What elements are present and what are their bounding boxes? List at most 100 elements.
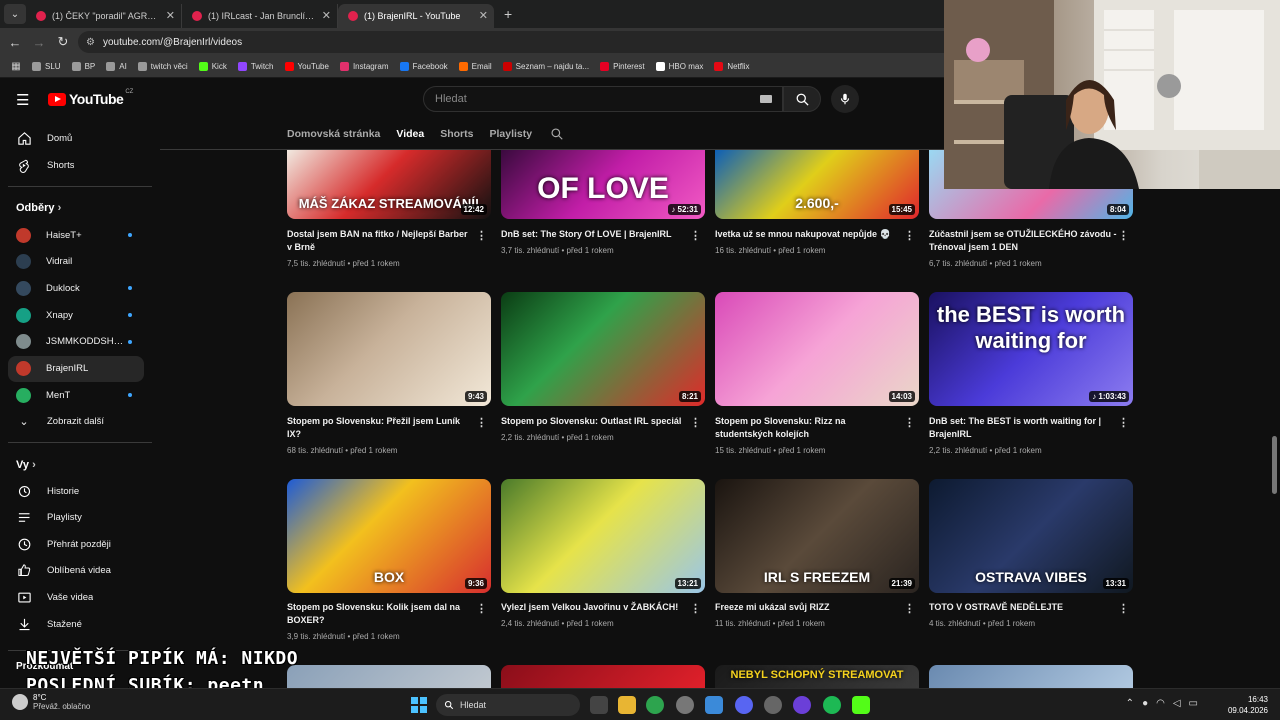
video-title[interactable]: DnB set: The Story Of LOVE | BrajenIRL xyxy=(501,228,689,241)
more-options-icon[interactable]: ⋮ xyxy=(690,229,701,242)
microphone-icon[interactable]: ● xyxy=(1142,698,1148,709)
sidebar-item-downloads[interactable]: Stažené xyxy=(8,611,144,637)
bookmark-item[interactable]: Kick xyxy=(198,62,227,71)
video-card[interactable]: 13:21 Vylezl jsem Velkou Javořinu v ŽABKÁ… xyxy=(501,479,705,628)
video-card[interactable]: 9:43 Stopem po Slovensku: Přežil jsem Lun… xyxy=(287,292,491,455)
taskbar-search[interactable]: Hledat xyxy=(436,694,580,716)
video-card[interactable]: 2.600,- 15:45 Ivetka už se mnou nakupovat … xyxy=(715,150,919,255)
video-card[interactable]: MÁŠ ZÁKAZ STREAMOVÁNÍ! 12:42 Dostal jsem B… xyxy=(287,150,491,268)
more-options-icon[interactable]: ⋮ xyxy=(1118,229,1129,242)
forward-icon[interactable]: → xyxy=(27,35,51,50)
bookmark-item[interactable]: Pinterest xyxy=(600,62,645,71)
browser-tab[interactable]: (1) IRLcast - Jan Brunclík: TRPÍM ✕ xyxy=(182,4,338,28)
video-title[interactable]: Ivetka už se mnou nakupovat nepůjde 💀 xyxy=(715,228,903,241)
video-thumbnail[interactable]: BOX 9:36 xyxy=(287,479,491,593)
bookmark-item[interactable]: BP xyxy=(71,62,95,71)
settings-icon[interactable] xyxy=(676,696,694,714)
you-heading[interactable]: Vy › xyxy=(16,459,36,471)
reload-icon[interactable]: ↻ xyxy=(51,34,75,50)
channel-search-icon[interactable] xyxy=(550,127,564,141)
more-options-icon[interactable]: ⋮ xyxy=(690,416,701,429)
bookmark-item[interactable]: Twitch xyxy=(237,62,274,71)
back-icon[interactable]: ← xyxy=(3,35,27,50)
kick-icon[interactable] xyxy=(852,696,870,714)
video-card[interactable] xyxy=(929,665,1133,688)
bookmark-item[interactable]: Instagram xyxy=(339,62,389,71)
show-more-button[interactable]: ⌄ Zobrazit další xyxy=(8,408,144,434)
apps-grid-icon[interactable]: ▦ xyxy=(8,61,24,72)
video-title[interactable]: TOTO V OSTRAVĚ NEDĚLEJTE xyxy=(929,601,1117,614)
more-options-icon[interactable]: ⋮ xyxy=(476,602,487,615)
video-title[interactable]: Vylezl jsem Velkou Javořinu v ŽABKÁCH! xyxy=(501,601,689,614)
video-card[interactable]: OSTRAVA VIBES 13:31 TOTO V OSTRAVĚ NEDĚLEJ… xyxy=(929,479,1133,628)
video-title[interactable]: DnB set: The BEST is worth waiting for |… xyxy=(929,415,1117,441)
file-explorer-icon[interactable] xyxy=(618,696,636,714)
chrome-icon[interactable] xyxy=(646,696,664,714)
bookmark-item[interactable]: SLU xyxy=(32,62,61,71)
sidebar-item-liked[interactable]: Oblíbená videa xyxy=(8,558,144,584)
video-thumbnail[interactable]: 14:03 xyxy=(715,292,919,406)
video-thumbnail[interactable]: OF LOVE ♪ 52:31 xyxy=(501,150,705,219)
video-title[interactable]: Dostal jsem BAN na fitko / Nejlepší Barb… xyxy=(287,228,475,254)
sidebar-item-home[interactable]: Domů xyxy=(8,125,144,151)
windows-start-icon[interactable] xyxy=(411,697,427,713)
spotify-icon[interactable] xyxy=(823,696,841,714)
sidebar-subscription[interactable]: BrajenIRL xyxy=(8,355,144,382)
video-title[interactable]: Freeze mi ukázal svůj RIZZ xyxy=(715,601,903,614)
bookmark-item[interactable]: AI xyxy=(106,62,127,71)
task-view-icon[interactable] xyxy=(590,696,608,714)
video-thumbnail[interactable]: IRL S FREEZEM 21:39 xyxy=(715,479,919,593)
discord-icon[interactable] xyxy=(735,696,753,714)
tab-close-icon[interactable]: ✕ xyxy=(322,9,331,22)
sidebar-subscription[interactable]: Vidrail xyxy=(8,249,144,275)
video-thumbnail[interactable]: OSTRAVA VIBES 13:31 xyxy=(929,479,1133,593)
youtube-logo[interactable]: YouTube CZ xyxy=(48,89,133,107)
tab-playlists[interactable]: Playlisty xyxy=(489,128,532,140)
more-options-icon[interactable]: ⋮ xyxy=(476,229,487,242)
search-input[interactable]: Hledat xyxy=(423,86,783,112)
video-thumbnail[interactable] xyxy=(501,665,705,688)
more-options-icon[interactable]: ⋮ xyxy=(904,602,915,615)
browser-tab-active[interactable]: (1) BrajenIRL - YouTube ✕ xyxy=(338,4,494,28)
tab-home[interactable]: Domovská stránka xyxy=(287,128,380,140)
video-title[interactable]: Stopem po Slovensku: Přežil jsem Luník I… xyxy=(287,415,475,441)
tab-shorts[interactable]: Shorts xyxy=(440,128,473,140)
obs-icon[interactable] xyxy=(764,696,782,714)
bookmark-item[interactable]: HBO max xyxy=(655,62,703,71)
sidebar-item-your-videos[interactable]: Vaše videa xyxy=(8,584,144,610)
more-options-icon[interactable]: ⋮ xyxy=(904,416,915,429)
tab-videos[interactable]: Videa xyxy=(396,128,424,140)
video-title[interactable]: Stopem po Slovensku: Kolik jsem dal na B… xyxy=(287,601,475,627)
photos-icon[interactable] xyxy=(705,696,723,714)
video-thumbnail[interactable] xyxy=(929,665,1133,688)
browser-tab[interactable]: (1) ČEKY "poradil" AGRAELOVI ✕ xyxy=(26,4,182,28)
tab-search-button[interactable]: ⌄ xyxy=(4,4,26,24)
video-card[interactable]: BOX 9:36 Stopem po Slovensku: Kolik jsem d… xyxy=(287,479,491,641)
bookmark-item[interactable]: twitch věci xyxy=(137,62,188,71)
video-card[interactable]: OF LOVE ♪ 52:31 DnB set: The Story Of LOVE… xyxy=(501,150,705,255)
video-thumbnail[interactable]: MÁŠ ZÁKAZ STREAMOVÁNÍ! 12:42 xyxy=(287,150,491,219)
volume-icon[interactable]: ◁ xyxy=(1173,698,1181,709)
more-options-icon[interactable]: ⋮ xyxy=(1118,602,1129,615)
video-title[interactable]: Stopem po Slovensku: Rizz na studentskýc… xyxy=(715,415,903,441)
more-options-icon[interactable]: ⋮ xyxy=(690,602,701,615)
video-title[interactable]: Zúčastnil jsem se OTUŽILECKÉHO závodu - … xyxy=(929,228,1117,254)
subscriptions-heading[interactable]: Odběry › xyxy=(16,202,61,214)
app-icon[interactable] xyxy=(793,696,811,714)
sidebar-subscription[interactable]: HaiseT+ xyxy=(8,222,144,248)
bookmark-item[interactable]: Facebook xyxy=(399,62,448,71)
more-options-icon[interactable]: ⋮ xyxy=(904,229,915,242)
video-card[interactable]: 14:03 Stopem po Slovensku: Rizz na studen… xyxy=(715,292,919,455)
video-card[interactable]: 8:21 Stopem po Slovensku: Outlast IRL spe… xyxy=(501,292,705,442)
sidebar-subscription[interactable]: MenT xyxy=(8,382,144,408)
video-thumbnail[interactable]: 9:43 xyxy=(287,292,491,406)
bookmark-item[interactable]: Netflix xyxy=(714,62,750,71)
site-info-icon[interactable]: ⚙ xyxy=(86,37,95,48)
bookmark-item[interactable]: Seznam – najdu ta... xyxy=(502,62,589,71)
sidebar-item-history[interactable]: Historie xyxy=(8,478,144,504)
battery-icon[interactable]: ▭ xyxy=(1189,698,1198,709)
page-scrollbar[interactable] xyxy=(1272,436,1277,494)
clock[interactable]: 16:43 09.04.2026 xyxy=(1228,694,1268,716)
sidebar-subscription[interactable]: JSMMKODDSHO... xyxy=(8,329,144,355)
keyboard-icon[interactable] xyxy=(760,95,772,103)
